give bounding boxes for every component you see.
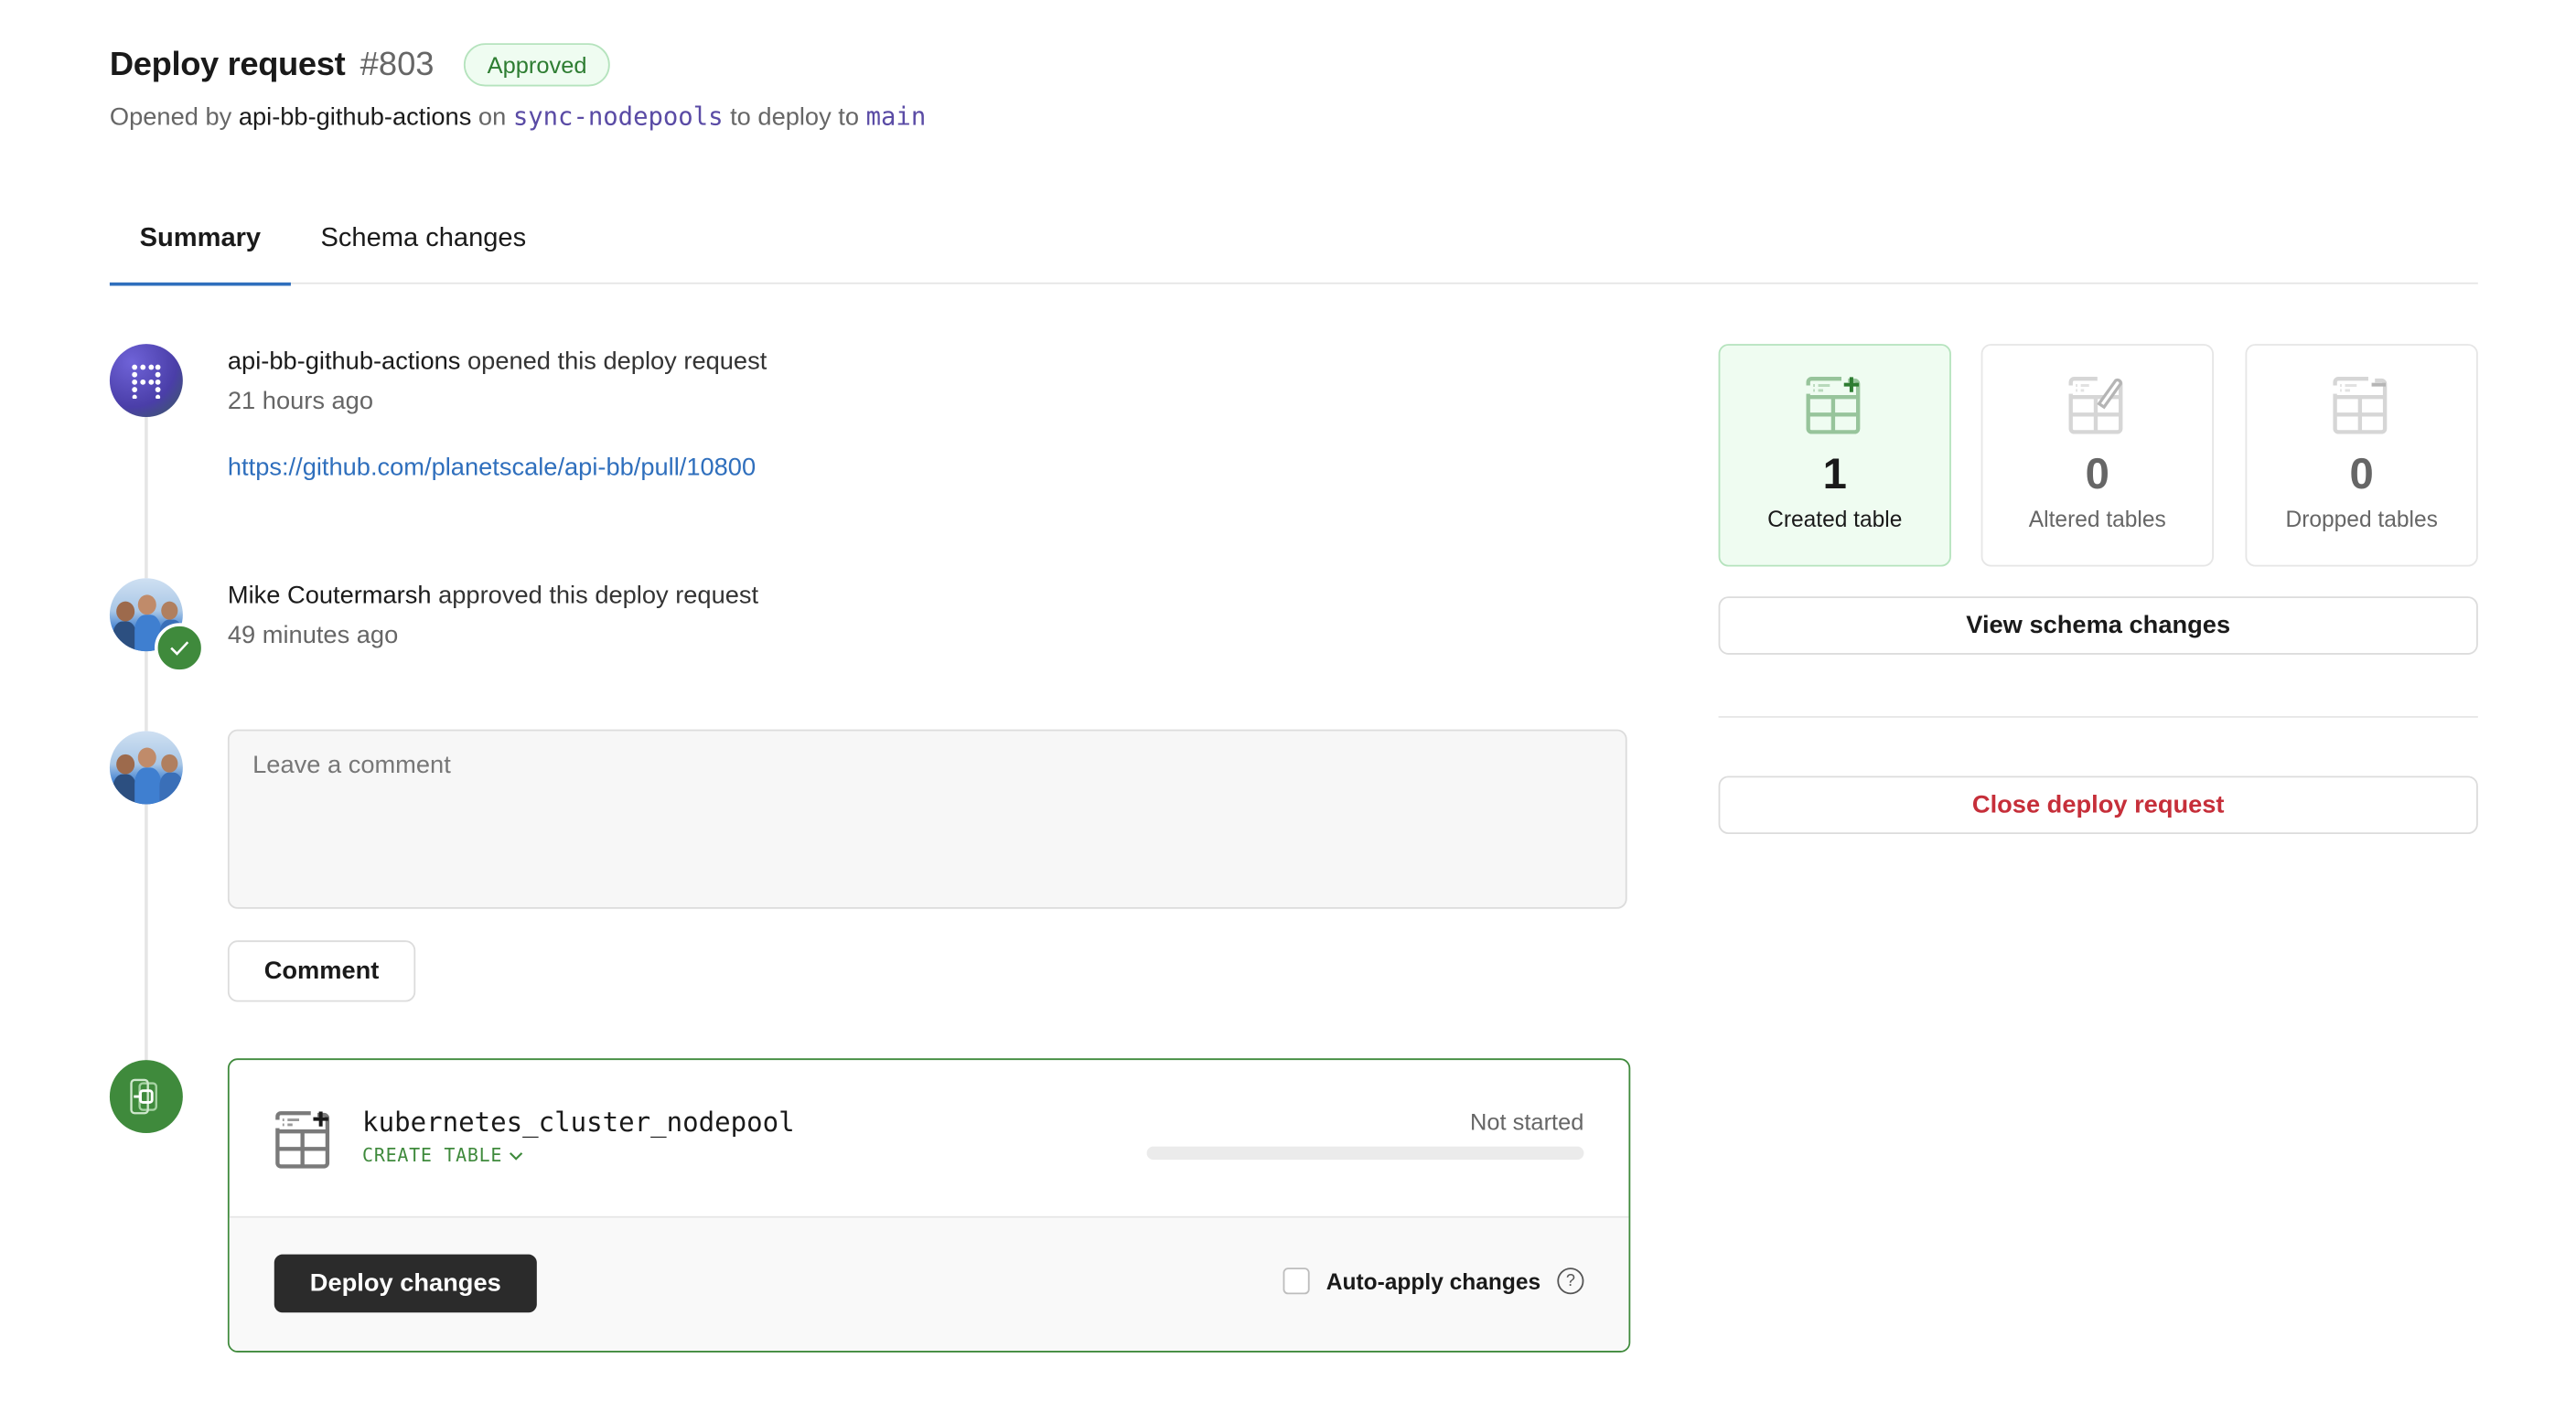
source-branch-link[interactable]: sync-nodepools — [513, 102, 724, 132]
timeline-connector — [145, 651, 148, 732]
pull-request-link[interactable]: https://github.com/planetscale/api-bb/pu… — [228, 454, 756, 482]
opened-by-user[interactable]: api-bb-github-actions — [239, 103, 472, 132]
auto-apply-label[interactable]: Auto-apply changes — [1326, 1268, 1540, 1293]
stat-label: Dropped tables — [2285, 507, 2438, 532]
stat-created-tables[interactable]: 1 Created table — [1718, 344, 1951, 567]
approved-check-badge — [154, 623, 205, 673]
event-action: approved this deploy request — [438, 581, 759, 610]
tab-schema-changes[interactable]: Schema changes — [291, 209, 556, 283]
deploy-status: Not started — [1469, 1107, 1584, 1135]
deploy-card: kubernetes_cluster_nodepool CREATE TABLE… — [227, 1058, 1631, 1353]
auto-apply-checkbox[interactable] — [1283, 1268, 1310, 1295]
sidebar-divider — [1718, 716, 2478, 718]
opened-by-prefix: Opened by — [109, 102, 232, 132]
deploy-changes-button[interactable]: Deploy changes — [274, 1254, 537, 1313]
event-timestamp: 49 minutes ago — [227, 621, 399, 650]
table-minus-icon — [2331, 375, 2388, 434]
deploy-branch-icon — [130, 1078, 157, 1115]
stat-altered-tables[interactable]: 0 Altered tables — [1980, 344, 2214, 567]
deploy-to-label: to deploy to — [730, 102, 860, 132]
close-deploy-request-button[interactable]: Close deploy request — [1718, 776, 2478, 835]
view-schema-changes-button[interactable]: View schema changes — [1718, 596, 2478, 655]
check-icon — [170, 641, 189, 656]
timeline-connector — [145, 417, 148, 579]
tab-bar: Summary Schema changes — [109, 209, 2478, 286]
planetscale-bot-avatar — [109, 344, 183, 418]
deploy-request-subtitle: Opened by api-bb-github-actions on sync-… — [110, 102, 926, 132]
page-header: Deploy request #803 Approved — [109, 43, 610, 87]
deploy-progress-bar — [1146, 1146, 1584, 1161]
deploy-card-actions: Deploy changes Auto-apply changes ? — [229, 1217, 1629, 1352]
operation-label: CREATE TABLE — [362, 1144, 503, 1167]
planetscale-logo-icon — [132, 364, 161, 400]
deploy-card-table-row: kubernetes_cluster_nodepool CREATE TABLE… — [229, 1060, 1629, 1218]
event-actor[interactable]: api-bb-github-actions — [228, 348, 461, 376]
comment-input[interactable] — [227, 729, 1627, 909]
event-timestamp: 21 hours ago — [227, 387, 374, 416]
table-name: kubernetes_cluster_nodepool — [362, 1106, 795, 1139]
event-approved-text: Mike Coutermarsh approved this deploy re… — [228, 582, 758, 610]
page-title: Deploy request — [109, 45, 346, 82]
deploy-node — [109, 1060, 183, 1134]
table-edit-icon — [2067, 375, 2123, 434]
deploy-request-number: #803 — [360, 45, 435, 82]
stat-value: 0 — [2349, 448, 2374, 499]
table-plus-icon — [274, 1109, 330, 1169]
auto-apply-control: Auto-apply changes ? — [1283, 1268, 1584, 1295]
tab-summary[interactable]: Summary — [109, 209, 291, 286]
comment-button[interactable]: Comment — [227, 940, 416, 1002]
chevron-down-icon — [510, 1151, 523, 1160]
event-action: opened this deploy request — [467, 347, 767, 376]
stat-label: Altered tables — [2028, 507, 2166, 532]
stat-dropped-tables[interactable]: 0 Dropped tables — [2245, 344, 2478, 567]
on-label: on — [478, 102, 507, 132]
timeline-connector — [145, 804, 148, 1061]
event-opened-text: api-bb-github-actions opened this deploy… — [228, 348, 767, 376]
current-user-avatar — [109, 731, 183, 805]
help-icon[interactable]: ? — [1557, 1268, 1584, 1295]
stat-label: Created table — [1767, 507, 1903, 532]
status-badge: Approved — [464, 43, 610, 87]
stat-value: 1 — [1822, 448, 1847, 499]
stat-value: 0 — [2085, 448, 2109, 499]
create-table-toggle[interactable]: CREATE TABLE — [362, 1144, 524, 1167]
event-actor[interactable]: Mike Coutermarsh — [228, 582, 432, 610]
deploy-request-page: Deploy request #803 Approved Opened by a… — [0, 0, 2576, 1412]
target-branch-link[interactable]: main — [866, 102, 927, 132]
table-plus-icon — [1805, 375, 1861, 434]
